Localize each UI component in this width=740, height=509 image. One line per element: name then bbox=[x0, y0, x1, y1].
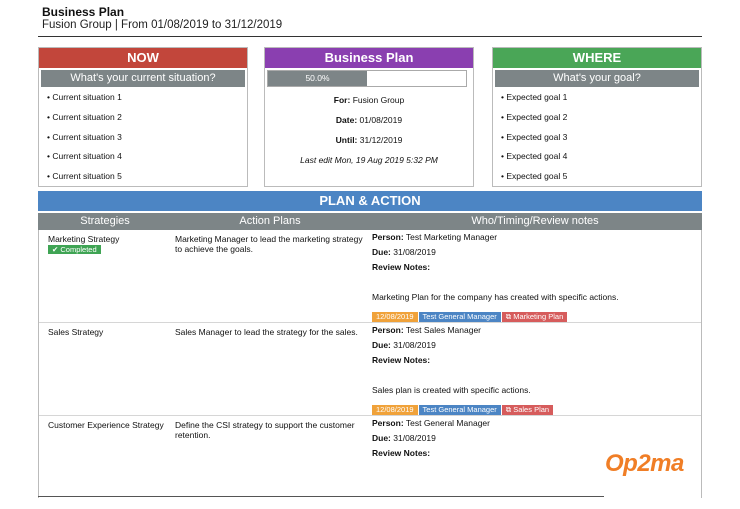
column-header-action-plans: Action Plans bbox=[239, 215, 301, 227]
person-label: Person: bbox=[372, 325, 404, 335]
strategy-name: Customer Experience Strategy bbox=[48, 420, 164, 430]
person-value: Test Marketing Manager bbox=[405, 232, 498, 242]
date-label: Date: bbox=[335, 115, 358, 125]
now-panel: NOW What's your current situation? Curre… bbox=[38, 47, 248, 187]
last-edit: Last edit Mon, 19 Aug 2019 5:32 PM bbox=[300, 155, 438, 165]
link-tag-label: Sales Plan bbox=[513, 405, 550, 414]
column-header-who-timing: Who/Timing/Review notes bbox=[471, 215, 599, 227]
review-notes-label: Review Notes: bbox=[372, 355, 431, 365]
person-value: Test Sales Manager bbox=[405, 325, 481, 335]
person-value: Test General Manager bbox=[405, 418, 490, 428]
review-notes-text: Sales plan is created with specific acti… bbox=[372, 385, 531, 395]
date-tag: 12/08/2019 bbox=[372, 312, 418, 322]
action-plan: Sales Manager to lead the strategy for t… bbox=[175, 327, 358, 337]
link-tag-label: Marketing Plan bbox=[513, 312, 564, 321]
strategy-name: Marketing Strategy bbox=[48, 234, 120, 244]
progress-bar: 50.0% bbox=[267, 70, 467, 87]
tag-group: 12/08/2019 Test General Manager ⧉ Sales Pl… bbox=[372, 404, 554, 415]
review-notes-label: Review Notes: bbox=[372, 262, 431, 272]
until-value: 31/12/2019 bbox=[359, 135, 403, 145]
now-panel-title: NOW bbox=[39, 48, 247, 68]
table-row: Sales Strategy Sales Manager to lead the… bbox=[39, 323, 701, 416]
business-plan-panel-title: Business Plan bbox=[265, 48, 473, 68]
header-divider bbox=[38, 36, 702, 37]
person-tag[interactable]: Test General Manager bbox=[418, 312, 501, 322]
current-situation-list: Current situation 1 Current situation 2 … bbox=[39, 87, 247, 192]
date-value: 01/08/2019 bbox=[359, 115, 403, 125]
due-value: 31/08/2019 bbox=[393, 340, 436, 350]
list-item: Current situation 1 bbox=[47, 93, 247, 113]
due-label: Due: bbox=[372, 433, 391, 443]
plan-table: Marketing Strategy ✔ Completed Marketing… bbox=[38, 230, 702, 498]
list-item: Expected goal 1 bbox=[501, 93, 701, 113]
link-tag[interactable]: ⧉ Sales Plan bbox=[501, 405, 554, 415]
tag-group: 12/08/2019 Test General Manager ⧉ Marketin… bbox=[372, 311, 568, 322]
list-item: Current situation 5 bbox=[47, 172, 247, 192]
page-subtitle: Fusion Group | From 01/08/2019 to 31/12/… bbox=[42, 19, 283, 31]
list-item: Expected goal 4 bbox=[501, 152, 701, 172]
column-header-strategies: Strategies bbox=[80, 215, 130, 227]
footer-divider bbox=[38, 496, 604, 497]
for-label: For: bbox=[333, 95, 351, 105]
list-item: Current situation 2 bbox=[47, 112, 247, 133]
list-item: Expected goal 5 bbox=[501, 172, 701, 192]
list-item: Current situation 4 bbox=[47, 152, 247, 172]
list-item: Current situation 3 bbox=[47, 132, 247, 153]
person-label: Person: bbox=[372, 418, 404, 428]
progress-fill: 50.0% bbox=[268, 71, 367, 86]
action-plan: Marketing Manager to lead the marketing … bbox=[175, 234, 363, 254]
plan-info: For: Fusion Group Date: 01/08/2019 Until… bbox=[265, 96, 473, 176]
now-panel-subtitle: What's your current situation? bbox=[41, 70, 245, 87]
person-tag[interactable]: Test General Manager bbox=[418, 405, 501, 415]
date-tag: 12/08/2019 bbox=[372, 405, 418, 415]
person-label: Person: bbox=[372, 232, 404, 242]
strategy-name: Sales Strategy bbox=[48, 327, 104, 337]
table-row: Customer Experience Strategy Define the … bbox=[39, 416, 701, 496]
due-value: 31/08/2019 bbox=[393, 433, 436, 443]
list-item: Expected goal 2 bbox=[501, 112, 701, 133]
op2ma-logo: Op2ma bbox=[605, 450, 684, 477]
where-panel-subtitle: What's your goal? bbox=[495, 70, 699, 87]
due-label: Due: bbox=[372, 247, 391, 257]
page-title: Business Plan bbox=[42, 5, 125, 19]
action-plan: Define the CSI strategy to support the c… bbox=[175, 420, 355, 440]
where-panel: WHERE What's your goal? Expected goal 1 … bbox=[492, 47, 702, 187]
expected-goal-list: Expected goal 1 Expected goal 2 Expected… bbox=[493, 87, 701, 192]
list-item: Expected goal 3 bbox=[501, 132, 701, 153]
business-plan-panel: Business Plan 50.0% For: Fusion Group Da… bbox=[264, 47, 474, 187]
review-notes-label: Review Notes: bbox=[372, 448, 431, 458]
due-label: Due: bbox=[372, 340, 391, 350]
plan-action-header: PLAN & ACTION bbox=[38, 191, 702, 211]
link-tag[interactable]: ⧉ Marketing Plan bbox=[501, 312, 568, 322]
review-notes-text: Marketing Plan for the company has creat… bbox=[372, 292, 619, 302]
due-value: 31/08/2019 bbox=[393, 247, 436, 257]
status-badge: ✔ Completed bbox=[48, 245, 101, 254]
table-row: Marketing Strategy ✔ Completed Marketing… bbox=[39, 230, 701, 323]
where-panel-title: WHERE bbox=[493, 48, 701, 68]
plan-column-headers: Strategies Action Plans Who/Timing/Revie… bbox=[38, 213, 702, 230]
for-value: Fusion Group bbox=[352, 95, 405, 105]
until-label: Until: bbox=[335, 135, 358, 145]
